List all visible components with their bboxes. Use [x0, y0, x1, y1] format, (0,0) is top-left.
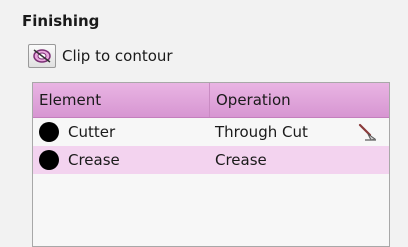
clip-to-contour-button[interactable] [28, 44, 56, 68]
table-row-cutter[interactable]: Cutter Through Cut [33, 118, 389, 146]
color-swatch-icon [39, 122, 59, 142]
clip-contour-icon [33, 49, 51, 63]
operation-cell: Through Cut [210, 118, 389, 146]
operation-name: Through Cut [215, 123, 308, 141]
element-cell: Crease [33, 146, 210, 174]
cutter-knife-icon[interactable] [357, 122, 377, 142]
clip-to-contour-row: Clip to contour [28, 44, 173, 68]
element-name: Crease [68, 151, 120, 169]
section-title-finishing: Finishing [22, 12, 100, 30]
finishing-table: Element Operation Cutter Through Cut Cre… [32, 82, 390, 247]
table-row-crease[interactable]: Crease Crease [33, 146, 389, 174]
column-header-operation[interactable]: Operation [210, 83, 389, 117]
operation-name: Crease [215, 151, 267, 169]
clip-to-contour-label: Clip to contour [62, 47, 173, 65]
element-cell: Cutter [33, 118, 210, 146]
column-header-element[interactable]: Element [33, 83, 210, 117]
element-name: Cutter [68, 123, 116, 141]
table-header: Element Operation [33, 83, 389, 118]
operation-cell: Crease [210, 146, 389, 174]
color-swatch-icon [39, 150, 59, 170]
